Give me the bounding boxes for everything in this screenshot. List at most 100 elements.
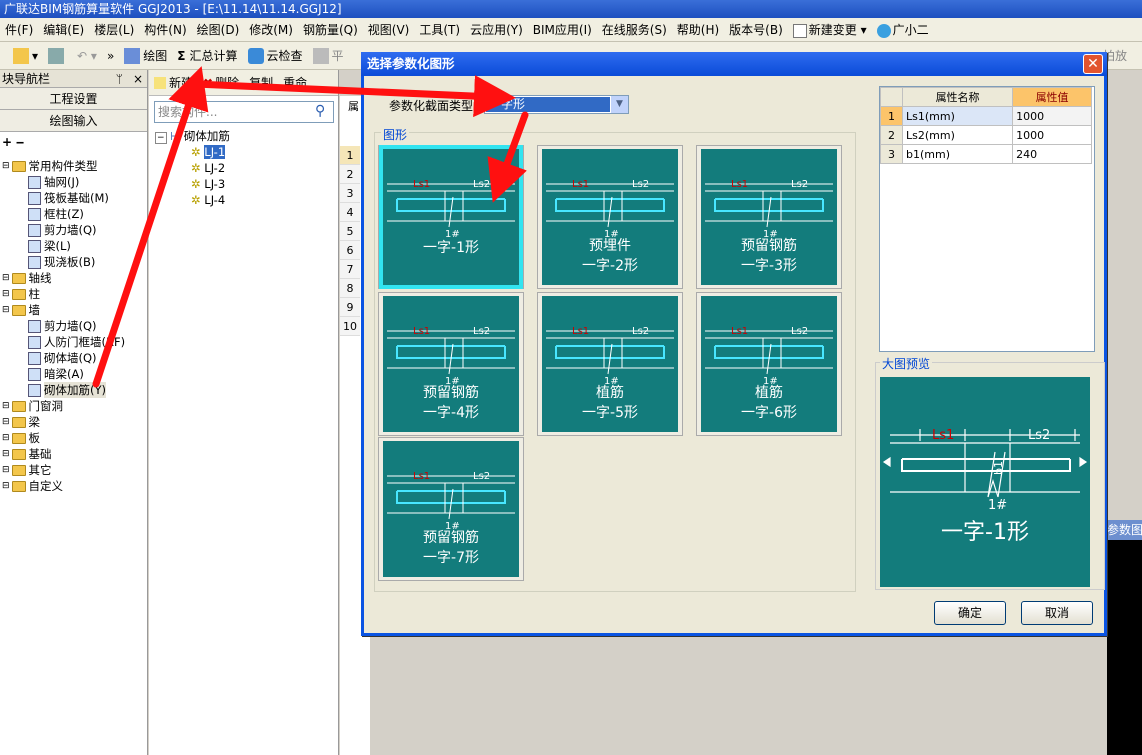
project-settings-button[interactable]: 工程设置 — [0, 88, 147, 110]
shape-option[interactable]: Ls1 Ls2 1# 植筋 一字-6形 — [696, 292, 842, 436]
property-value[interactable]: 1000 — [1012, 125, 1092, 145]
menu-online[interactable]: 在线服务(S) — [597, 21, 672, 38]
grid-row-number[interactable]: 10 — [340, 317, 360, 336]
cancel-button[interactable]: 取消 — [1021, 601, 1093, 625]
tree-item[interactable]: 轴网(J) — [28, 174, 79, 190]
expand-toggle-icon[interactable]: ⊟ — [2, 430, 10, 446]
expand-toggle-icon[interactable]: ⊟ — [2, 302, 10, 318]
tree-item[interactable]: ⊟ 柱 — [2, 286, 40, 302]
grid-row-number[interactable]: 3 — [340, 184, 360, 203]
search-icon[interactable]: ⚲ — [315, 103, 325, 119]
tree-item[interactable]: ⊟ 常用构件类型 — [2, 158, 98, 174]
menu-tools[interactable]: 工具(T) — [414, 21, 465, 38]
expand-toggle-icon[interactable]: ⊟ — [2, 478, 10, 494]
tree-item[interactable]: ⊟ 基础 — [2, 446, 52, 462]
menu-new-change[interactable]: 新建变更 ▾ — [788, 21, 872, 38]
grid-row-number[interactable]: 1 — [340, 146, 360, 165]
component-item[interactable]: ✲ LJ-1 — [191, 144, 230, 160]
expand-toggle-icon[interactable]: ⊟ — [2, 158, 10, 174]
shape-option[interactable]: Ls1 Ls2 1# 预留钢筋 一字-3形 — [696, 145, 842, 289]
ok-button[interactable]: 确定 — [934, 601, 1006, 625]
grid-row-number[interactable]: 8 — [340, 279, 360, 298]
pin-icon[interactable]: ᛘ — [116, 72, 123, 86]
tree-item[interactable]: 砌体墙(Q) — [28, 350, 97, 366]
grid-row-number[interactable]: 9 — [340, 298, 360, 317]
property-value[interactable]: 1000 — [1012, 106, 1092, 126]
delete-button[interactable]: ✖ 删除 — [198, 74, 244, 91]
menu-version[interactable]: 版本号(B) — [724, 21, 788, 38]
tree-item[interactable]: 筏板基础(M) — [28, 190, 109, 206]
menu-modify[interactable]: 修改(M) — [244, 21, 298, 38]
search-input[interactable]: 搜索构件... — [154, 101, 334, 123]
save-button[interactable] — [43, 47, 72, 64]
menu-view[interactable]: 视图(V) — [363, 21, 415, 38]
close-icon[interactable]: × — [133, 72, 143, 86]
grid-row-number[interactable]: 6 — [340, 241, 360, 260]
menu-bim[interactable]: BIM应用(I) — [528, 21, 597, 38]
tree-root[interactable]: − ⊢ 砌体加筋 — [155, 128, 230, 144]
expand-toggle-icon[interactable]: ⊟ — [2, 446, 10, 462]
menu-rebar[interactable]: 钢筋量(Q) — [298, 21, 363, 38]
tree-item[interactable]: 梁(L) — [28, 238, 71, 254]
tree-item[interactable]: 剪力墙(Q) — [28, 222, 97, 238]
expand-toggle-icon[interactable]: ⊟ — [2, 270, 10, 286]
grid-row-number[interactable]: 4 — [340, 203, 360, 222]
expand-toggle-icon[interactable]: ⊟ — [2, 462, 10, 478]
property-value[interactable]: 240 — [1012, 144, 1092, 164]
shape-option[interactable]: Ls1 Ls2 1# 植筋 一字-5形 — [537, 292, 683, 436]
tree-item[interactable]: ⊟ 轴线 — [2, 270, 52, 286]
expand-toggle-icon[interactable]: ⊟ — [2, 398, 10, 414]
open-button[interactable]: ▾ — [0, 47, 43, 64]
draw-input-button[interactable]: 绘图输入 — [0, 110, 147, 132]
tree-item[interactable]: 暗梁(A) — [28, 366, 84, 382]
menu-assistant[interactable]: 广小二 — [872, 21, 934, 38]
menu-edit[interactable]: 编辑(E) — [38, 21, 89, 38]
section-type-select[interactable]: 一字形 ▼ — [484, 95, 629, 114]
component-item[interactable]: ✲ LJ-3 — [191, 176, 230, 192]
expand-toggle-icon[interactable]: ⊟ — [2, 286, 10, 302]
component-item[interactable]: ✲ LJ-4 — [191, 192, 230, 208]
tree-item[interactable]: ⊟ 门窗洞 — [2, 398, 63, 414]
cloud-check-button[interactable]: 云检查 — [243, 47, 308, 64]
shape-option[interactable]: Ls1 Ls2 1# 一字-1形 — [378, 145, 524, 289]
menu-floor[interactable]: 楼层(L) — [89, 21, 139, 38]
tree-item[interactable]: 砌体加筋(Y) — [28, 382, 106, 398]
tree-item[interactable]: ⊟ 墙 — [2, 302, 40, 318]
copy-button[interactable]: 复制 — [244, 74, 278, 91]
tree-item[interactable]: 人防门框墙(RF) — [28, 334, 125, 350]
sum-button[interactable]: Σ 汇总计算 — [172, 47, 242, 64]
menu-component[interactable]: 构件(N) — [139, 21, 191, 38]
tree-item[interactable]: ⊟ 板 — [2, 430, 40, 446]
tree-item[interactable]: ⊟ 自定义 — [2, 478, 63, 494]
flat-button[interactable]: 平 — [308, 47, 349, 64]
tree-item[interactable]: 剪力墙(Q) — [28, 318, 97, 334]
collapse-icon[interactable]: ‒ — [16, 135, 24, 149]
grid-row-number[interactable]: 2 — [340, 165, 360, 184]
property-row[interactable]: 1 Ls1(mm) 1000 — [880, 106, 1092, 126]
menu-help[interactable]: 帮助(H) — [672, 21, 724, 38]
tree-item[interactable]: 框柱(Z) — [28, 206, 84, 222]
expand-icon[interactable]: + — [2, 135, 12, 149]
menu-draw[interactable]: 绘图(D) — [192, 21, 245, 38]
menu-file[interactable]: 件(F) — [0, 21, 38, 38]
tree-item[interactable]: ⊟ 梁 — [2, 414, 40, 430]
rename-button[interactable]: 重命 — [278, 74, 312, 91]
component-item[interactable]: ✲ LJ-2 — [191, 160, 230, 176]
property-row[interactable]: 3 b1(mm) 240 — [880, 144, 1092, 164]
expand-toggle-icon[interactable]: ⊟ — [2, 414, 10, 430]
grid-row-number[interactable]: 5 — [340, 222, 360, 241]
chevron-down-icon[interactable]: ▼ — [611, 96, 628, 113]
shape-option[interactable]: Ls1 Ls2 1# 预留钢筋 一字-7形 — [378, 437, 524, 581]
undo-button[interactable]: ↶ ▾ — [72, 49, 102, 63]
menu-cloud[interactable]: 云应用(Y) — [465, 21, 528, 38]
close-button[interactable]: ✕ — [1083, 54, 1103, 74]
property-row[interactable]: 2 Ls2(mm) 1000 — [880, 125, 1092, 145]
shape-option[interactable]: Ls1 Ls2 1# 预埋件 一字-2形 — [537, 145, 683, 289]
grid-row-number[interactable]: 7 — [340, 260, 360, 279]
draw-button[interactable]: 绘图 — [119, 47, 172, 64]
tree-item[interactable]: 现浇板(B) — [28, 254, 95, 270]
new-button[interactable]: 新建 — [149, 74, 198, 91]
shape-option[interactable]: Ls1 Ls2 1# 预留钢筋 一字-4形 — [378, 292, 524, 436]
more-button[interactable]: » — [102, 49, 119, 63]
tree-item[interactable]: ⊟ 其它 — [2, 462, 52, 478]
